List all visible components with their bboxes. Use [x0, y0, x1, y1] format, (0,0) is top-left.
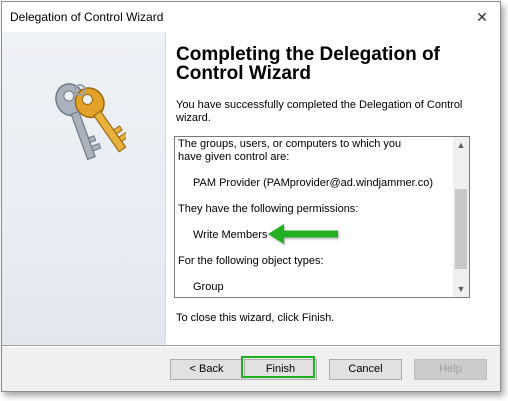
summary-line: They have the following permissions:: [178, 203, 359, 215]
window-title: Delegation of Control Wizard: [10, 10, 164, 24]
close-instruction: To close this wizard, click Finish.: [176, 312, 335, 324]
vertical-scrollbar[interactable]: ▲ ▼: [453, 137, 469, 297]
scroll-thumb[interactable]: [455, 189, 467, 269]
summary-line: The groups, users, or computers to which…: [178, 138, 402, 150]
green-arrow-icon: [268, 224, 338, 244]
wizard-side-panel: [2, 32, 166, 345]
summary-line: have given control are:: [178, 151, 290, 163]
wizard-content: Completing the Delegation of Control Wiz…: [166, 32, 500, 345]
summary-line: Write Members: [193, 229, 268, 241]
help-button: Help: [414, 359, 487, 380]
footer-divider: [2, 345, 500, 347]
scroll-down-icon[interactable]: ▼: [453, 281, 469, 297]
summary-line: Group: [193, 281, 224, 293]
finish-button[interactable]: Finish: [244, 359, 317, 380]
intro-text: You have successfully completed the Dele…: [176, 99, 463, 124]
summary-line: PAM Provider (PAMprovider@ad.windjammer.…: [193, 177, 433, 189]
title-bar: Delegation of Control Wizard ✕: [2, 2, 500, 32]
scroll-up-icon[interactable]: ▲: [453, 137, 469, 153]
close-icon[interactable]: ✕: [470, 6, 494, 28]
back-button[interactable]: < Back: [170, 359, 243, 380]
cancel-button[interactable]: Cancel: [329, 359, 402, 380]
keys-icon: [55, 83, 126, 161]
summary-listbox[interactable]: The groups, users, or computers to which…: [174, 136, 470, 298]
page-title: Completing the Delegation of Control Wiz…: [176, 44, 440, 84]
summary-line: For the following object types:: [178, 255, 324, 267]
wizard-window: Delegation of Control Wizard ✕ Completin…: [1, 1, 501, 392]
